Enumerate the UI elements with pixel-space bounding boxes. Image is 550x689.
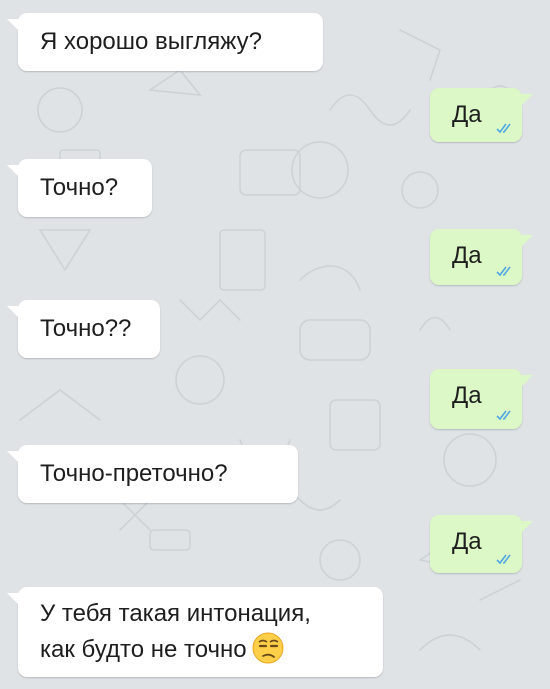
message-text: Точно-преточно? bbox=[40, 460, 228, 487]
outgoing-message-bubble[interactable]: Да bbox=[430, 515, 533, 573]
outgoing-message-bubble[interactable]: Да bbox=[430, 369, 533, 429]
double-check-read-icon bbox=[496, 123, 511, 134]
double-check-read-icon bbox=[496, 410, 511, 421]
outgoing-message-bubble[interactable]: Да bbox=[430, 229, 533, 285]
incoming-message-bubble[interactable]: У тебя такая интонация, как будто не точ… bbox=[7, 587, 383, 677]
message-text-line: как будто не точно bbox=[40, 636, 247, 663]
incoming-message-bubble[interactable]: Точно?? bbox=[7, 300, 160, 358]
message-text: Да bbox=[452, 101, 482, 128]
message-text-line: У тебя такая интонация, bbox=[40, 600, 311, 627]
message-text: Точно? bbox=[40, 174, 119, 201]
message-text: Да bbox=[452, 382, 482, 409]
double-check-read-icon bbox=[496, 554, 511, 565]
incoming-message-bubble[interactable]: Точно-преточно? bbox=[7, 445, 298, 503]
double-check-read-icon bbox=[496, 266, 511, 277]
incoming-message-bubble[interactable]: Точно? bbox=[7, 159, 152, 217]
message-text: Точно?? bbox=[40, 315, 132, 342]
message-text-line-with-emoji: как будто не точно bbox=[40, 631, 367, 667]
unamused-face-emoji bbox=[252, 632, 284, 664]
incoming-message-bubble[interactable]: Я хорошо выгляжу? bbox=[7, 13, 323, 71]
message-text: Да bbox=[452, 242, 482, 269]
outgoing-message-bubble[interactable]: Да bbox=[430, 88, 533, 142]
message-text: Да bbox=[452, 528, 482, 555]
message-text: Я хорошо выгляжу? bbox=[40, 28, 262, 55]
